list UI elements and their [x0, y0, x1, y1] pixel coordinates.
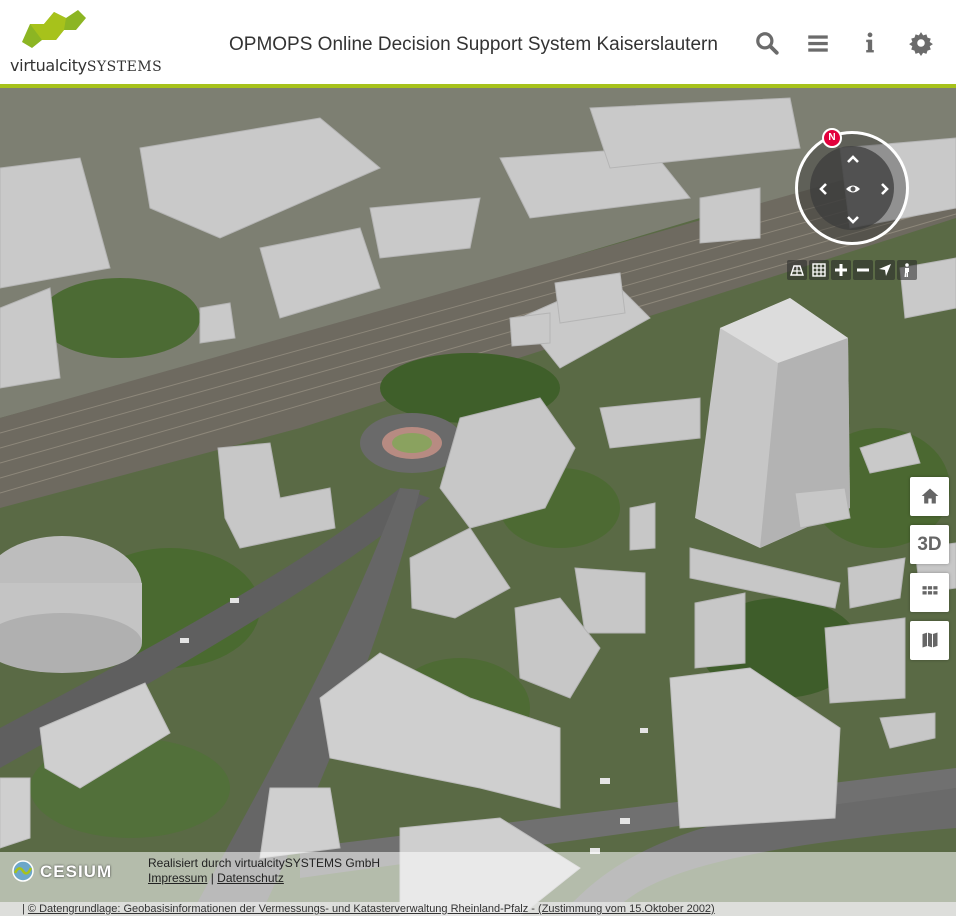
- info-button[interactable]: [857, 30, 883, 56]
- menu-icon: [808, 35, 828, 52]
- chevron-up-icon: [847, 155, 859, 163]
- tilt-view-button[interactable]: [787, 260, 807, 280]
- home-icon: [921, 488, 938, 504]
- cesium-logo[interactable]: CESIUM: [10, 858, 126, 884]
- credits-bar: CESIUM Realisiert durch virtualcitySYSTE…: [0, 852, 956, 902]
- cesium-label: CESIUM: [40, 862, 113, 881]
- zoom-out-icon: [857, 268, 869, 272]
- gear-icon: [909, 32, 933, 56]
- home-button[interactable]: [910, 477, 949, 516]
- menu-button[interactable]: [805, 30, 831, 56]
- app-header: virtualcitySYSTEMS OPMOPS Online Decisio…: [0, 0, 956, 88]
- zoom-out-button[interactable]: [853, 260, 873, 280]
- locate-icon: [879, 264, 891, 276]
- logo-text: virtualcitySYSTEMS: [10, 56, 163, 75]
- apps-icon: [922, 586, 937, 595]
- tilt-icon: [790, 265, 804, 276]
- chevron-left-icon: [819, 183, 827, 195]
- map-button[interactable]: [910, 621, 949, 660]
- navigation-compass[interactable]: N: [795, 128, 909, 245]
- search-button[interactable]: [754, 30, 780, 56]
- tilt-up-button[interactable]: [845, 151, 861, 167]
- search-icon: [756, 32, 779, 55]
- tilt-down-button[interactable]: [845, 212, 861, 228]
- chevron-down-icon: [847, 216, 859, 224]
- chevron-right-icon: [881, 183, 889, 195]
- locate-button[interactable]: [875, 260, 895, 280]
- grid-view-button[interactable]: [809, 260, 829, 280]
- view-3d-button[interactable]: 3D: [910, 525, 949, 564]
- settings-button[interactable]: [908, 30, 934, 56]
- made-by-text: Realisiert durch virtualcitySYSTEMS GmbH: [148, 856, 381, 870]
- logo-mark-icon: [22, 10, 86, 48]
- impressum-link[interactable]: Impressum: [148, 871, 207, 885]
- north-indicator[interactable]: N: [822, 128, 842, 148]
- grid-icon: [812, 263, 826, 277]
- rotate-right-button[interactable]: [877, 181, 893, 197]
- view-3d-label: 3D: [917, 534, 942, 555]
- eye-icon: [846, 185, 860, 193]
- map-viewport[interactable]: N 3D CESIUM Realisiert durch virtualcity…: [0, 88, 956, 916]
- info-icon: [866, 32, 874, 53]
- apps-button[interactable]: [910, 573, 949, 612]
- attribution-link[interactable]: © Datengrundlage: Geobasisinformationen …: [28, 903, 715, 915]
- page-title: OPMOPS Online Decision Support System Ka…: [229, 34, 718, 55]
- virtualcity-logo[interactable]: virtualcitySYSTEMS: [10, 8, 163, 78]
- datenschutz-link[interactable]: Datenschutz: [217, 871, 284, 885]
- data-attribution: | © Datengrundlage: Geobasisinformatione…: [0, 902, 956, 916]
- map-icon: [922, 632, 937, 648]
- pedestrian-button[interactable]: [897, 260, 917, 280]
- view-toggle-button[interactable]: [845, 181, 861, 197]
- pedestrian-icon: [904, 263, 909, 277]
- attribution-separator: |: [22, 903, 25, 915]
- rotate-left-button[interactable]: [815, 181, 831, 197]
- cesium-logo-icon: [12, 860, 34, 882]
- link-separator: |: [210, 871, 214, 885]
- zoom-in-button[interactable]: [831, 260, 851, 280]
- legal-links: Impressum | Datenschutz: [148, 871, 284, 885]
- zoom-in-icon: [835, 264, 847, 276]
